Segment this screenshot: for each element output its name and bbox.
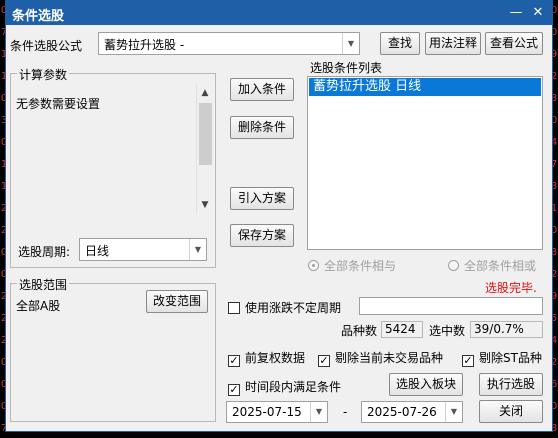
close-icon[interactable]: ✕ (528, 3, 548, 23)
exclude-st-label: 剔除ST品种 (479, 351, 542, 365)
minimize-icon[interactable]: — (506, 3, 526, 23)
count-label: 品种数 (341, 324, 378, 338)
formula-label: 条件选股公式 (10, 39, 83, 53)
uncertain-period-checkbox[interactable]: 时间段内满足条件使用涨跌不定周期 (228, 299, 341, 316)
scroll-thumb[interactable] (199, 103, 212, 165)
view-formula-button[interactable]: 查看公式 (485, 32, 543, 55)
uncertain-period-input[interactable] (359, 297, 543, 315)
checkbox-icon[interactable] (228, 302, 240, 314)
formula-selected-value: 蓄势拉升选股 - (104, 38, 185, 52)
conditions-list[interactable]: 蓄势拉升选股 日线 (307, 76, 543, 250)
delete-condition-button[interactable]: 删除条件 (230, 116, 294, 139)
uncertain-period-label: 使用涨跌不定周期 (245, 301, 342, 315)
usage-notes-button[interactable]: 用法注释 (425, 32, 481, 55)
title-bar[interactable]: 条件选股 — ✕ (6, 1, 552, 25)
selected-value: 39/0.7% (470, 321, 543, 338)
start-date-picker[interactable]: 2025-07-15 ▼ (226, 401, 328, 423)
exclude-nontrade-label: 剔除当前未交易品种 (335, 351, 444, 365)
vertical-scrollbar[interactable]: ▲ ▼ (196, 85, 213, 213)
checkbox-checked-icon[interactable]: ✓ (228, 384, 240, 396)
range-legend: 选股范围 (17, 276, 70, 293)
conditions-legend: 选股条件列表 (310, 61, 383, 75)
stock-screener-dialog: 条件选股 — ✕ 条件选股公式 蓄势拉升选股 - ▼ 查找 用法注释 查看公式 … (5, 0, 553, 432)
checkbox-checked-icon[interactable]: ✓ (318, 355, 330, 367)
start-date: 2025-07-15 (232, 405, 302, 419)
add-to-block-button[interactable]: 选股入板块 (389, 373, 463, 396)
import-plan-button[interactable]: 引入方案 (230, 187, 294, 210)
time-range-checkbox[interactable]: ✓ 时间段内满足条件 (228, 378, 341, 396)
radio-dot-icon (448, 260, 459, 271)
exclude-nontrade-checkbox[interactable]: ✓ 剔除当前未交易品种 (318, 349, 443, 367)
chevron-down-icon[interactable]: ▼ (189, 239, 206, 260)
change-range-button[interactable]: 改变范围 (146, 290, 208, 313)
params-scrollbar[interactable]: ▲ ▼ (196, 85, 213, 213)
period-label: 选股周期: (18, 245, 71, 259)
scroll-down-icon[interactable]: ▼ (197, 197, 213, 213)
status-text: 选股完毕. (485, 281, 537, 295)
find-button[interactable]: 查找 (380, 32, 420, 55)
period-value: 日线 (85, 244, 110, 258)
fq-checkbox[interactable]: ✓ 前复权数据 (228, 349, 305, 367)
radio-or-label: 全部条件相或 (464, 259, 537, 273)
execute-button[interactable]: 执行选股 (479, 373, 543, 396)
chevron-down-icon[interactable]: ▼ (310, 402, 327, 422)
list-item[interactable]: 蓄势拉升选股 日线 (309, 78, 541, 96)
end-date: 2025-07-26 (367, 405, 437, 419)
exclude-st-checkbox[interactable]: ✓ 剔除ST品种 (462, 349, 542, 367)
params-text: 无参数需要设置 (16, 97, 101, 111)
date-separator: - (343, 405, 348, 419)
close-button[interactable]: 关闭 (479, 400, 543, 423)
fq-label: 前复权数据 (245, 351, 306, 365)
radio-or[interactable]: 全部条件相或 (448, 257, 536, 274)
chevron-down-icon[interactable]: ▼ (445, 402, 462, 422)
period-select[interactable]: 日线 ▼ (79, 238, 207, 261)
range-value: 全部A股 (16, 299, 61, 313)
checkbox-checked-icon[interactable]: ✓ (462, 355, 474, 367)
chevron-down-icon[interactable]: ▼ (342, 33, 359, 54)
end-date-picker[interactable]: 2025-07-26 ▼ (361, 401, 463, 423)
selected-label: 选中数 (429, 324, 466, 338)
save-plan-button[interactable]: 保存方案 (230, 224, 294, 247)
radio-and[interactable]: 全部条件相与 (308, 257, 396, 274)
params-legend: 计算参数 (17, 66, 70, 83)
radio-dot-icon (308, 260, 319, 271)
radio-and-label: 全部条件相与 (324, 259, 397, 273)
window-title: 条件选股 (12, 9, 65, 24)
scroll-up-icon[interactable]: ▲ (197, 85, 213, 101)
formula-select[interactable]: 蓄势拉升选股 - ▼ (98, 32, 360, 55)
add-condition-button[interactable]: 加入条件 (230, 78, 294, 101)
time-range-label: 时间段内满足条件 (245, 380, 342, 394)
checkbox-checked-icon[interactable]: ✓ (228, 355, 240, 367)
count-value: 5424 (381, 321, 423, 338)
